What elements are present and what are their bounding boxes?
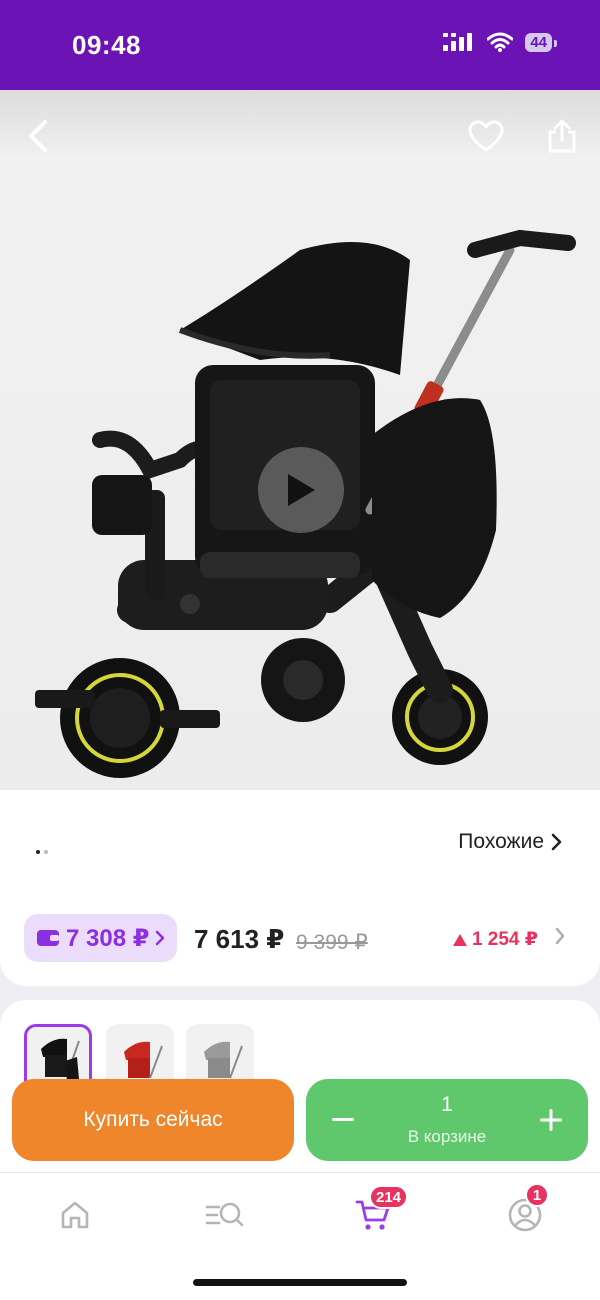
triangle-up-icon (452, 933, 467, 946)
cart-badge: 214 (369, 1185, 409, 1209)
old-price: 9 399 ₽ (296, 931, 368, 954)
pagination-dot (44, 850, 48, 854)
minus-icon (332, 1118, 354, 1121)
status-time: 09:48 (72, 30, 141, 60)
current-price: 7 613 ₽ (194, 924, 285, 954)
similar-label: Похожие (458, 830, 544, 853)
share-icon (548, 119, 576, 153)
battery-indicator: 44 (525, 32, 557, 52)
home-icon (61, 1201, 89, 1229)
wallet-icon (37, 930, 59, 946)
profile-badge: 1 (525, 1183, 549, 1207)
tab-profile[interactable]: 1 (495, 1183, 555, 1237)
chevron-right-icon (156, 930, 165, 946)
increase-quantity-button[interactable] (534, 1103, 568, 1137)
chevron-left-icon (29, 120, 47, 152)
home-indicator (193, 1279, 407, 1286)
cellular-signal-icon (443, 33, 473, 51)
product-gallery[interactable] (0, 90, 600, 790)
chevron-right-icon[interactable] (554, 926, 566, 946)
product-header (0, 90, 600, 185)
wallet-price: 7 308 ₽ (66, 924, 150, 952)
plus-icon (540, 1109, 562, 1131)
cart-quantity-control: 1 В корзине (306, 1079, 588, 1161)
discount-value: 1 254 ₽ (471, 929, 538, 950)
buy-now-button[interactable]: Купить сейчас (12, 1079, 294, 1161)
wallet-price-button[interactable]: 7 308 ₽ (24, 914, 178, 962)
share-button[interactable] (540, 114, 584, 158)
product-image (35, 229, 576, 778)
favorite-button[interactable] (464, 114, 508, 158)
play-icon (288, 474, 315, 506)
pagination-dot-active (36, 850, 40, 854)
wifi-icon (487, 32, 514, 52)
status-bar: 09:48 44 (0, 0, 600, 90)
product-info-card: Похожие 7 308 ₽ 7 613 ₽ 9 399 ₽ 1 254 ₽ (0, 790, 600, 986)
similar-products-link[interactable]: Похожие (458, 830, 562, 854)
status-icons: 44 (443, 32, 557, 52)
back-button[interactable] (16, 114, 60, 158)
catalog-search-icon (205, 1202, 244, 1227)
tab-catalog[interactable] (195, 1193, 255, 1237)
discount-amount[interactable]: 1 254 ₽ (452, 928, 538, 951)
chevron-right-icon (551, 833, 562, 851)
heart-icon (468, 120, 504, 152)
gallery-pagination[interactable] (36, 850, 48, 854)
tab-cart[interactable]: 214 (343, 1185, 409, 1237)
play-video-button[interactable] (258, 447, 344, 533)
tab-home[interactable] (45, 1193, 105, 1237)
